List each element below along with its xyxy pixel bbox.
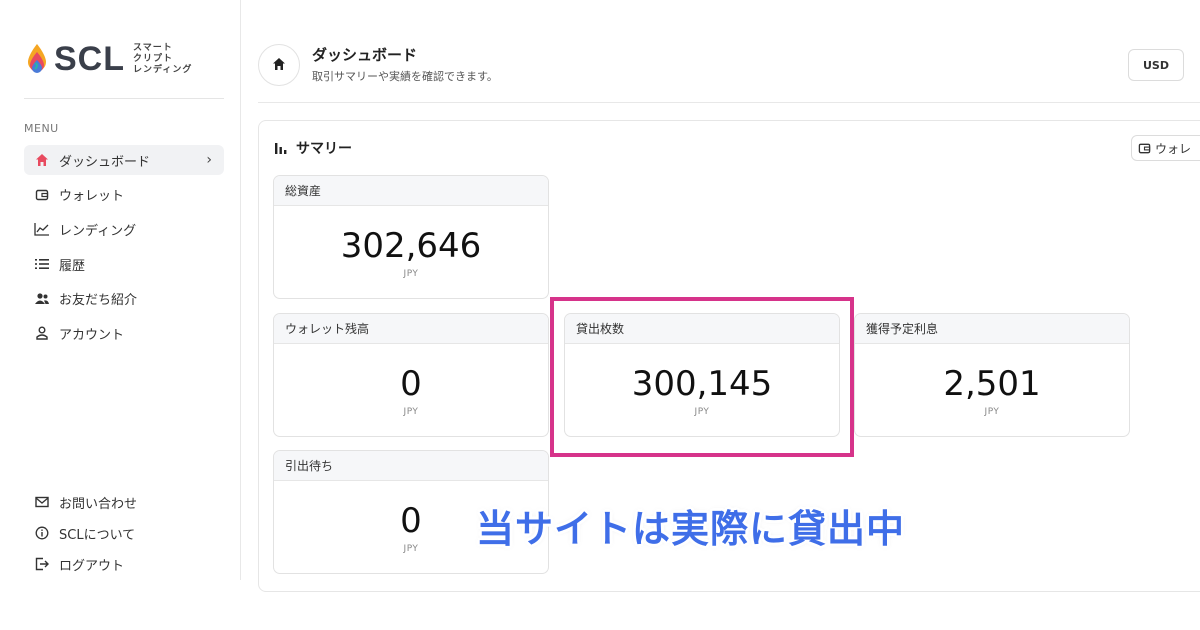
menu-label: MENU (24, 122, 59, 135)
sidebar-item-account[interactable]: アカウント (24, 318, 224, 348)
page-subtitle: 取引サマリーや実績を確認できます。 (312, 70, 498, 83)
summary-title-label: サマリー (296, 141, 352, 157)
sidebar-item-label: 履歴 (59, 258, 86, 274)
chevron-right-icon: › (206, 152, 212, 168)
brand-subtitle: スマート クリプト レンディング (133, 42, 193, 75)
brand-logo[interactable]: SCL スマート クリプト レンディング (26, 42, 192, 76)
sidebar-bottom-nav: お問い合わせ SCLについて ログアウト (24, 487, 224, 580)
logo-drop-icon (26, 42, 48, 76)
home-button[interactable] (258, 44, 300, 86)
card-label: 引出待ち (274, 451, 548, 481)
wallet-icon (34, 187, 50, 203)
mail-icon (34, 494, 50, 510)
info-icon (34, 525, 50, 541)
highlight-frame (550, 297, 854, 457)
sidebar-item-label: お問い合わせ (59, 496, 138, 512)
card-unit: JPY (403, 407, 419, 417)
sidebar-item-contact[interactable]: お問い合わせ (24, 487, 224, 517)
logout-icon (34, 556, 50, 572)
card-wallet-balance: ウォレット残高 0 JPY (273, 313, 549, 437)
sidebar-item-label: お友だち紹介 (59, 293, 138, 309)
home-icon (272, 56, 286, 75)
sidebar-item-wallet[interactable]: ウォレット (24, 180, 224, 210)
group-icon (34, 291, 50, 307)
wallet-icon (1138, 142, 1151, 155)
wallet-button[interactable]: ウォレ (1131, 135, 1200, 161)
currency-button[interactable]: USD (1128, 49, 1184, 81)
wallet-button-label: ウォレ (1155, 141, 1192, 156)
home-icon (34, 152, 50, 168)
sidebar-item-referral[interactable]: お友だち紹介 (24, 284, 224, 314)
card-label: ウォレット残高 (274, 314, 548, 344)
page-header: ダッシュボード 取引サマリーや実績を確認できます。 USD (258, 42, 1200, 103)
divider (24, 98, 224, 99)
sidebar-nav: ダッシュボード › ウォレット レンディング 履歴 お友だち紹介 アカウント (24, 145, 224, 353)
sidebar-item-label: SCLについて (59, 527, 136, 543)
card-expected-interest: 獲得予定利息 2,501 JPY (854, 313, 1130, 437)
card-value: 302,646 (340, 226, 482, 266)
card-value: 2,501 (943, 364, 1041, 404)
sidebar-item-dashboard[interactable]: ダッシュボード › (24, 145, 224, 175)
card-value: 0 (400, 364, 422, 404)
sidebar-item-logout[interactable]: ログアウト (24, 549, 224, 579)
card-total-assets: 総資産 302,646 JPY (273, 175, 549, 299)
bar-chart-icon (274, 141, 288, 155)
card-label: 総資産 (274, 176, 548, 206)
sidebar-item-history[interactable]: 履歴 (24, 249, 224, 279)
list-icon (34, 256, 50, 272)
sidebar-item-label: アカウント (59, 327, 125, 343)
sidebar-item-label: ダッシュボード (59, 154, 151, 170)
sidebar-item-label: ログアウト (59, 558, 125, 574)
page-title: ダッシュボード (312, 46, 418, 64)
card-unit: JPY (403, 269, 419, 279)
person-icon (34, 325, 50, 341)
brand-name: SCL (54, 40, 125, 78)
sidebar-item-label: ウォレット (59, 189, 125, 205)
card-label: 獲得予定利息 (855, 314, 1129, 344)
sidebar-item-label: レンディング (59, 223, 137, 239)
overlay-caption: 当サイトは実際に貸出中 (476, 507, 906, 551)
sidebar: SCL スマート クリプト レンディング MENU ダッシュボード › ウォレッ… (0, 0, 241, 580)
sidebar-item-lending[interactable]: レンディング (24, 214, 224, 244)
summary-title: サマリー (274, 138, 352, 158)
card-unit: JPY (984, 407, 1000, 417)
sidebar-item-about[interactable]: SCLについて (24, 518, 224, 548)
chart-line-icon (34, 221, 50, 237)
